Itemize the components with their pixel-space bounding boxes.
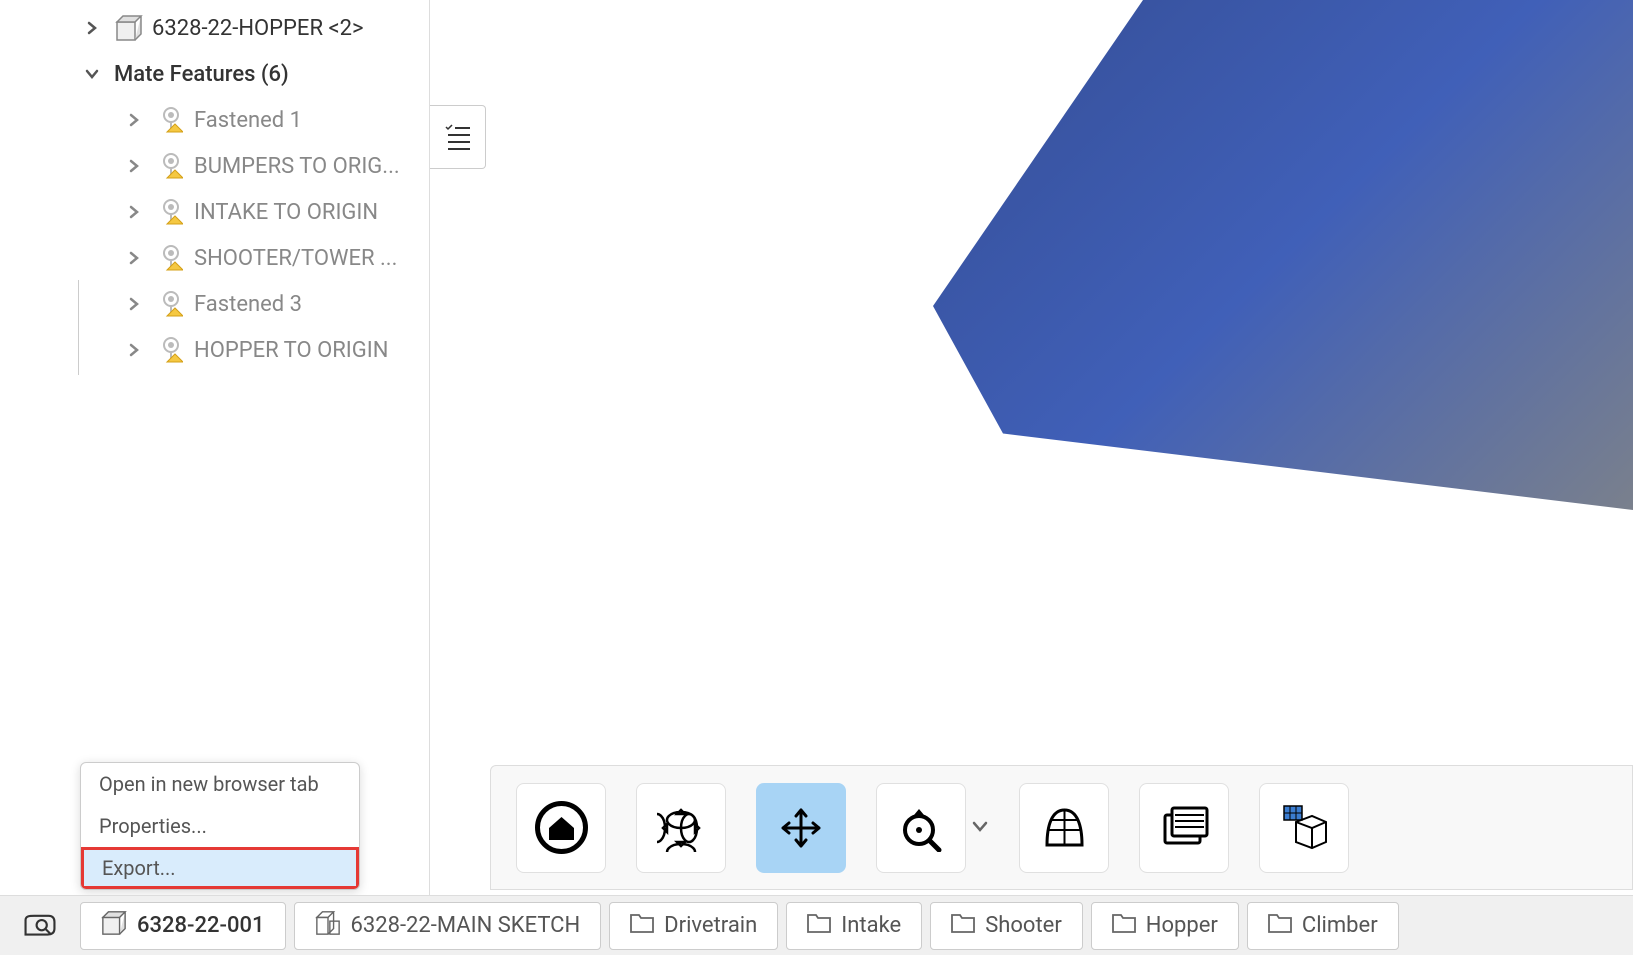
display-style-button[interactable] [1139,783,1229,873]
tree-folder-label: Mate Features (6) [114,62,289,87]
3d-viewport[interactable] [430,0,1633,895]
chevron-right-icon [122,342,146,358]
find-icon [23,913,57,939]
folder-icon [1112,913,1136,939]
tab-context-menu: Open in new browser tab Properties... Ex… [80,762,360,890]
tab-drivetrain[interactable]: Drivetrain [609,902,778,950]
tab-label: Drivetrain [664,913,757,938]
mate-warning-icon [156,336,186,364]
home-icon [534,800,589,855]
zoom-button[interactable] [876,783,966,873]
chevron-right-icon [122,204,146,220]
tree-folder-mates[interactable]: Mate Features (6) [70,51,429,97]
view-toolbar [490,765,1633,890]
section-view-button[interactable] [1019,783,1109,873]
assembly-icon [114,14,144,42]
tab-label: Intake [841,913,901,938]
menu-export[interactable]: Export... [81,847,359,889]
tab-hopper[interactable]: Hopper [1091,902,1239,950]
folder-icon [807,913,831,939]
mate-label: Fastened 3 [194,292,302,317]
zoom-dropdown[interactable] [971,817,989,839]
tab-label: Shooter [985,913,1062,938]
tree-end-line [78,280,79,375]
list-check-icon [443,122,473,152]
pan-icon [777,804,825,852]
mate-warning-icon [156,106,186,134]
mate-item[interactable]: Fastened 3 [112,281,429,327]
tree-item-label: 6328-22-HOPPER <2> [152,16,364,41]
search-button[interactable] [0,896,80,955]
mate-item[interactable]: HOPPER TO ORIGIN [112,327,429,373]
tab-intake[interactable]: Intake [786,902,922,950]
folder-icon [630,913,654,939]
tab-label: Hopper [1146,913,1218,938]
tab-sketch[interactable]: 6328-22-MAIN SKETCH [294,902,602,950]
tab-label: Climber [1302,913,1378,938]
zoom-icon [897,804,945,852]
iso-cube-icon [1278,802,1330,854]
chevron-right-icon [122,112,146,128]
tab-assembly[interactable]: 6328-22-001 [80,902,286,950]
chevron-right-icon [122,158,146,174]
chevron-down-icon [80,66,104,82]
assembly-icon [101,910,127,942]
mate-item[interactable]: SHOOTER/TOWER ... [112,235,429,281]
chevron-right-icon [80,20,104,36]
folder-icon [1268,913,1292,939]
tab-label: 6328-22-MAIN SKETCH [351,913,581,938]
tabs-bar: 6328-22-001 6328-22-MAIN SKETCH Drivetra… [0,895,1633,955]
mate-label: SHOOTER/TOWER ... [194,246,397,271]
mate-warning-icon [156,152,186,180]
home-view-button[interactable] [516,783,606,873]
tab-label: 6328-22-001 [137,913,265,938]
chevron-right-icon [122,296,146,312]
mate-label: INTAKE TO ORIGIN [194,200,378,225]
panel-toggle-button[interactable] [430,105,486,169]
display-icon [1157,800,1212,855]
menu-properties[interactable]: Properties... [81,805,359,847]
mate-label: Fastened 1 [194,108,302,133]
iso-view-button[interactable] [1259,783,1349,873]
mate-warning-icon [156,244,186,272]
tree-children: Fastened 1 BUMPERS TO ORIG... INTAKE TO … [112,97,429,373]
pan-button[interactable] [756,783,846,873]
rotate-icon [657,804,705,852]
tab-climber[interactable]: Climber [1247,902,1399,950]
mate-label: BUMPERS TO ORIG... [194,154,400,179]
section-icon [1037,800,1092,855]
mate-item[interactable]: Fastened 1 [112,97,429,143]
mate-warning-icon [156,198,186,226]
mate-warning-icon [156,290,186,318]
mate-item[interactable]: INTAKE TO ORIGIN [112,189,429,235]
robot-model [933,0,1633,510]
part-icon [315,910,341,942]
tree-item-hopper[interactable]: 6328-22-HOPPER <2> [70,5,429,51]
chevron-down-icon [971,817,989,835]
folder-icon [951,913,975,939]
menu-open-new-tab[interactable]: Open in new browser tab [81,763,359,805]
chevron-right-icon [122,250,146,266]
rotate-button[interactable] [636,783,726,873]
tab-shooter[interactable]: Shooter [930,902,1083,950]
mate-item[interactable]: BUMPERS TO ORIG... [112,143,429,189]
mate-label: HOPPER TO ORIGIN [194,338,388,363]
